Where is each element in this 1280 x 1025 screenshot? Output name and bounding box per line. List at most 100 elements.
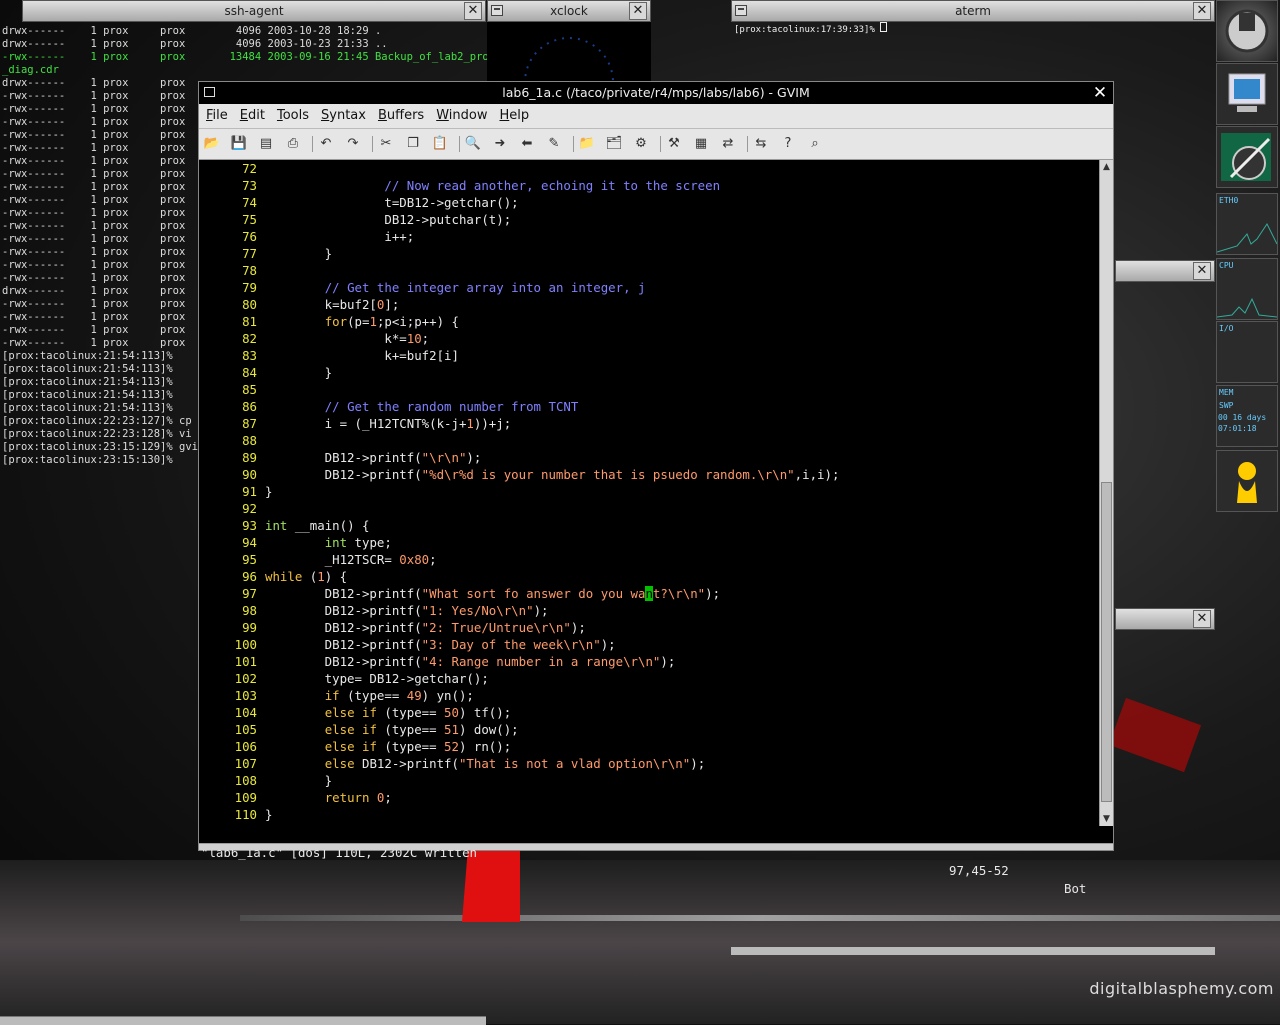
clock-face-icon bbox=[524, 37, 614, 82]
paste-icon[interactable]: 📋 bbox=[431, 135, 449, 152]
aterm-bottom-bar bbox=[731, 947, 1215, 955]
terminal-line: drwx------ 1 prox prox 4096 2003-10-23 2… bbox=[2, 38, 388, 50]
code-editor[interactable]: 72 73 // Now read another, echoing it to… bbox=[199, 160, 1099, 826]
code-line: 106 else if (type== 52) rn(); bbox=[234, 739, 512, 754]
load-session-icon[interactable]: 📁 bbox=[578, 135, 596, 152]
swp-label: SWP bbox=[1219, 401, 1234, 410]
background-window-titlebar[interactable]: ✕ bbox=[1115, 260, 1215, 282]
toolbar-separator bbox=[312, 136, 313, 152]
cut-icon[interactable]: ✂ bbox=[377, 135, 395, 152]
cpu-label: CPU bbox=[1219, 261, 1234, 270]
code-line: 89 DB12->printf("\r\n"); bbox=[242, 450, 482, 465]
code-line: 72 bbox=[242, 161, 257, 176]
open-icon[interactable]: 📂 bbox=[203, 135, 221, 152]
find-help-icon[interactable]: ⌕ bbox=[806, 135, 824, 152]
terminal-line: _diag.cdr bbox=[2, 64, 59, 76]
code-line: 101 DB12->printf("4: Range number in a r… bbox=[234, 654, 676, 669]
code-line: 86 // Get the random number from TCNT bbox=[242, 399, 579, 414]
menu-help[interactable]: Help bbox=[492, 104, 534, 126]
menu-file[interactable]: File bbox=[199, 104, 233, 126]
ssh-agent-titlebar[interactable]: ssh-agent ✕ bbox=[22, 0, 486, 22]
gvim-title: lab6_1a.c (/taco/private/r4/mps/labs/lab… bbox=[502, 85, 810, 100]
toolbar-separator bbox=[747, 136, 748, 152]
code-line: 80 k=buf2[0]; bbox=[242, 297, 400, 312]
print-icon[interactable]: ⎙ bbox=[284, 135, 302, 152]
status-line: "lab6_1a.c" [dos] 110L, 2302C written 97… bbox=[199, 826, 1113, 896]
aterm-prompt-text: [prox:tacolinux:17:39:33]% bbox=[734, 25, 881, 35]
dock-tile-messenger[interactable] bbox=[1216, 450, 1278, 512]
code-line: 90 DB12->printf("%d\r%d is your number t… bbox=[242, 467, 840, 482]
window-menu-icon[interactable] bbox=[735, 5, 747, 16]
toolbar-separator bbox=[660, 136, 661, 152]
run-script-icon[interactable]: ⚙ bbox=[632, 135, 650, 152]
background-window-titlebar[interactable]: ✕ bbox=[1115, 608, 1215, 630]
menu-edit[interactable]: Edit bbox=[233, 104, 270, 126]
close-icon[interactable]: ✕ bbox=[629, 2, 647, 20]
save-icon[interactable]: 💾 bbox=[230, 135, 248, 152]
terminal-cursor bbox=[880, 22, 888, 32]
uptime-days: 00 16 days bbox=[1218, 413, 1267, 422]
close-icon[interactable]: ✕ bbox=[1193, 2, 1211, 20]
undo-icon[interactable]: ↶ bbox=[317, 135, 335, 152]
find-next-icon[interactable]: ➜ bbox=[491, 135, 509, 152]
code-line: 83 k+=buf2[i] bbox=[242, 348, 459, 363]
save-session-icon[interactable]: 🗂 bbox=[605, 135, 623, 152]
aim-buddy-icon bbox=[1237, 462, 1257, 503]
make-icon[interactable]: ⚒ bbox=[665, 135, 683, 152]
window-menu-icon[interactable] bbox=[204, 87, 215, 97]
close-icon[interactable]: ✕ bbox=[464, 2, 482, 20]
dock-tile-network-monitor: ETH0 bbox=[1216, 193, 1278, 255]
dock-tile-memory-monitor: MEM SWP 00 16 days 07:01:18 bbox=[1216, 385, 1278, 447]
gvim-titlebar[interactable]: lab6_1a.c (/taco/private/r4/mps/labs/lab… bbox=[199, 82, 1113, 104]
wallpaper-brand-text: digitalblasphemy.com bbox=[1089, 979, 1274, 998]
menu-window[interactable]: Window bbox=[429, 104, 492, 126]
help-icon[interactable]: ? bbox=[779, 135, 797, 152]
code-line: 87 i = (_H12TCNT%(k-j+1))+j; bbox=[242, 416, 512, 431]
aterm-titlebar[interactable]: aterm ✕ bbox=[731, 0, 1215, 22]
code-line: 91} bbox=[242, 484, 273, 499]
terminal-line: drwx------ 1 prox prox 4096 2003-10-28 1… bbox=[2, 25, 382, 37]
horizontal-scrollbar[interactable] bbox=[199, 843, 1113, 850]
dock-tile-graphics[interactable] bbox=[1216, 126, 1278, 188]
code-line: 104 else if (type== 50) tf(); bbox=[234, 705, 512, 720]
toolbar: 📂 💾 ▤ ⎙ ↶ ↷ ✂ ❐ 📋 🔍 ➜ ⬅ ✎ 📁 🗂 ⚙ ⚒ ▦ ⇄ ⇆? ⌕ bbox=[199, 129, 1113, 160]
io-label: I/O bbox=[1219, 324, 1234, 333]
shell-icon[interactable]: ▦ bbox=[692, 135, 710, 152]
toolbar-separator bbox=[459, 136, 460, 152]
redo-icon[interactable]: ↷ bbox=[344, 135, 362, 152]
copy-icon[interactable]: ❐ bbox=[404, 135, 422, 152]
close-icon[interactable]: ✕ bbox=[1193, 610, 1211, 628]
code-line: 93 int __main() { bbox=[242, 518, 370, 533]
find-prev-icon[interactable]: ⬅ bbox=[518, 135, 536, 152]
code-line: 107 else DB12->printf("That is not a vla… bbox=[234, 756, 706, 771]
menu-syntax[interactable]: Syntax bbox=[314, 104, 371, 126]
code-line: 85 bbox=[242, 382, 257, 397]
close-icon[interactable]: ✕ bbox=[1193, 262, 1211, 280]
menu-tools[interactable]: Tools bbox=[270, 104, 314, 126]
ctags-icon[interactable]: ⇄ bbox=[719, 135, 737, 152]
terminal-line: -rwx------ 1 prox prox 13484 2003-09-16 … bbox=[2, 51, 502, 63]
cpu-graph-icon bbox=[1217, 297, 1277, 318]
dock-tile-terminal[interactable] bbox=[1216, 63, 1278, 125]
code-line: 110} bbox=[234, 807, 273, 822]
find-icon[interactable]: 🔍 bbox=[464, 135, 482, 152]
jump-tag-icon[interactable]: ⇆ bbox=[752, 135, 770, 152]
code-line: 108 } bbox=[234, 773, 333, 788]
dock-tile-main[interactable] bbox=[1216, 0, 1278, 62]
window-menu-icon[interactable] bbox=[491, 5, 503, 16]
scroll-position: Bot bbox=[1064, 881, 1087, 896]
scroll-down-icon[interactable]: ▼ bbox=[1100, 812, 1113, 826]
scroll-up-icon[interactable]: ▲ bbox=[1100, 160, 1113, 174]
close-icon[interactable]: ✕ bbox=[1091, 83, 1109, 103]
gvim-window[interactable]: lab6_1a.c (/taco/private/r4/mps/labs/lab… bbox=[198, 81, 1114, 896]
save-all-icon[interactable]: ▤ bbox=[257, 135, 275, 152]
vertical-scrollbar[interactable]: ▲ ▼ bbox=[1099, 160, 1113, 826]
scrollbar-thumb[interactable] bbox=[1101, 482, 1112, 802]
mem-label: MEM bbox=[1219, 388, 1234, 397]
replace-icon[interactable]: ✎ bbox=[545, 135, 563, 152]
menu-buffers[interactable]: Buffers bbox=[371, 104, 429, 126]
xclock-window[interactable]: xclock ✕ bbox=[487, 0, 651, 82]
xclock-titlebar[interactable]: xclock ✕ bbox=[487, 0, 651, 22]
aterm-prompt[interactable]: [prox:tacolinux:17:39:33]% bbox=[734, 22, 888, 37]
paint-icon bbox=[1221, 133, 1271, 181]
